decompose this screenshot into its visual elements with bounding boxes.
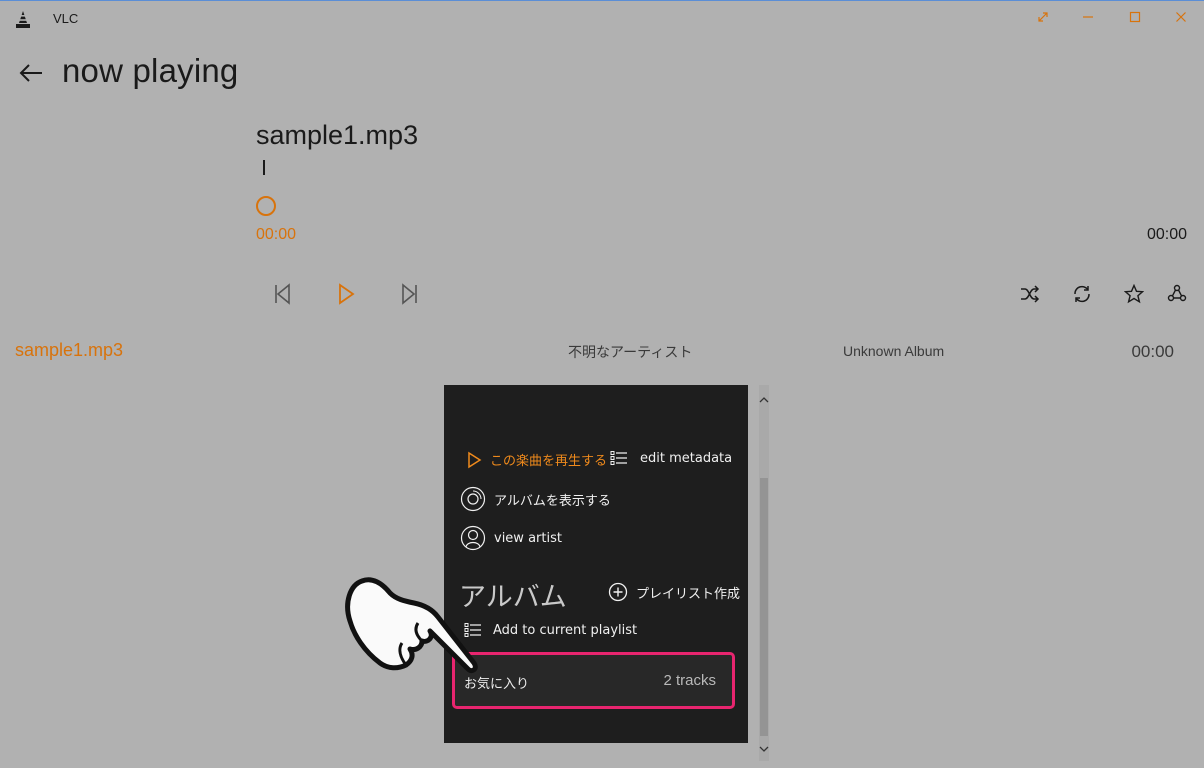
time-total: 00:00	[1146, 226, 1187, 243]
favorite-star-icon	[1124, 284, 1144, 304]
track-row-duration: 00:00	[1131, 342, 1174, 361]
minimize-button[interactable]	[1073, 4, 1103, 30]
next-button[interactable]	[396, 280, 424, 308]
add-to-current-label: Add to current playlist	[493, 622, 638, 638]
playlist-item-favorites[interactable]: お気に入り 2 tracks	[452, 652, 735, 709]
create-playlist-label: プレイリスト作成	[636, 586, 741, 602]
shuffle-icon	[1021, 285, 1040, 303]
artist-placeholder-bar	[263, 160, 265, 175]
share-icon	[1167, 284, 1187, 302]
add-circle-icon	[608, 582, 628, 602]
play-icon	[468, 451, 482, 468]
time-elapsed: 00:00	[256, 226, 297, 243]
playlist-track-count: 2 tracks	[663, 672, 716, 689]
expand-icon	[1038, 12, 1048, 22]
track-row-title[interactable]: sample1.mp3	[15, 340, 123, 361]
add-to-current-playlist-item[interactable]: Add to current playlist	[464, 622, 637, 638]
chevron-up-icon	[759, 396, 769, 402]
expand-button[interactable]	[1028, 4, 1058, 30]
minimize-icon	[1083, 16, 1093, 18]
back-button[interactable]	[15, 58, 47, 88]
repeat-icon	[1074, 285, 1090, 303]
edit-metadata-label: edit metadata	[640, 450, 733, 466]
play-button[interactable]	[332, 280, 360, 308]
scroll-up-button[interactable]	[757, 393, 771, 405]
next-icon	[402, 283, 417, 305]
list-icon	[610, 451, 627, 465]
scrollbar-thumb[interactable]	[760, 478, 768, 736]
pointing-hand-icon	[345, 577, 478, 674]
view-album-label: アルバムを表示する	[494, 493, 611, 509]
page-title: now playing	[62, 52, 239, 89]
share-button[interactable]	[1163, 280, 1191, 308]
edit-metadata-item[interactable]: edit metadata	[610, 450, 732, 466]
shuffle-button[interactable]	[1016, 280, 1044, 308]
now-playing-title: sample1.mp3	[256, 120, 419, 150]
app-title: VLC	[53, 11, 79, 26]
maximize-button[interactable]	[1120, 4, 1150, 30]
view-artist-item[interactable]: view artist	[460, 525, 562, 551]
play-track-label: この楽曲を再生する	[490, 454, 608, 469]
track-row-album: Unknown Album	[843, 343, 945, 359]
view-album-item[interactable]: アルバムを表示する	[460, 486, 611, 512]
window-top-border	[0, 0, 1204, 1]
album-disc-icon	[460, 486, 486, 512]
back-arrow-icon	[19, 64, 42, 82]
repeat-button[interactable]	[1068, 280, 1096, 308]
progress-slider-thumb[interactable]	[256, 196, 276, 216]
vlc-logo-icon	[14, 10, 32, 30]
maximize-icon	[1129, 11, 1141, 23]
chevron-down-icon	[759, 746, 769, 752]
previous-button[interactable]	[268, 280, 296, 308]
close-icon	[1176, 12, 1186, 22]
play-icon	[339, 283, 355, 305]
artist-person-icon	[460, 525, 486, 551]
play-track-item[interactable]: この楽曲を再生する	[466, 450, 607, 469]
create-playlist-button[interactable]: プレイリスト作成	[608, 582, 740, 602]
track-row-artist: 不明なアーティスト	[568, 345, 693, 361]
close-button[interactable]	[1166, 4, 1196, 30]
favorite-button[interactable]	[1120, 280, 1148, 308]
scroll-down-button[interactable]	[757, 743, 771, 755]
view-artist-label: view artist	[494, 530, 562, 546]
previous-icon	[275, 283, 290, 305]
